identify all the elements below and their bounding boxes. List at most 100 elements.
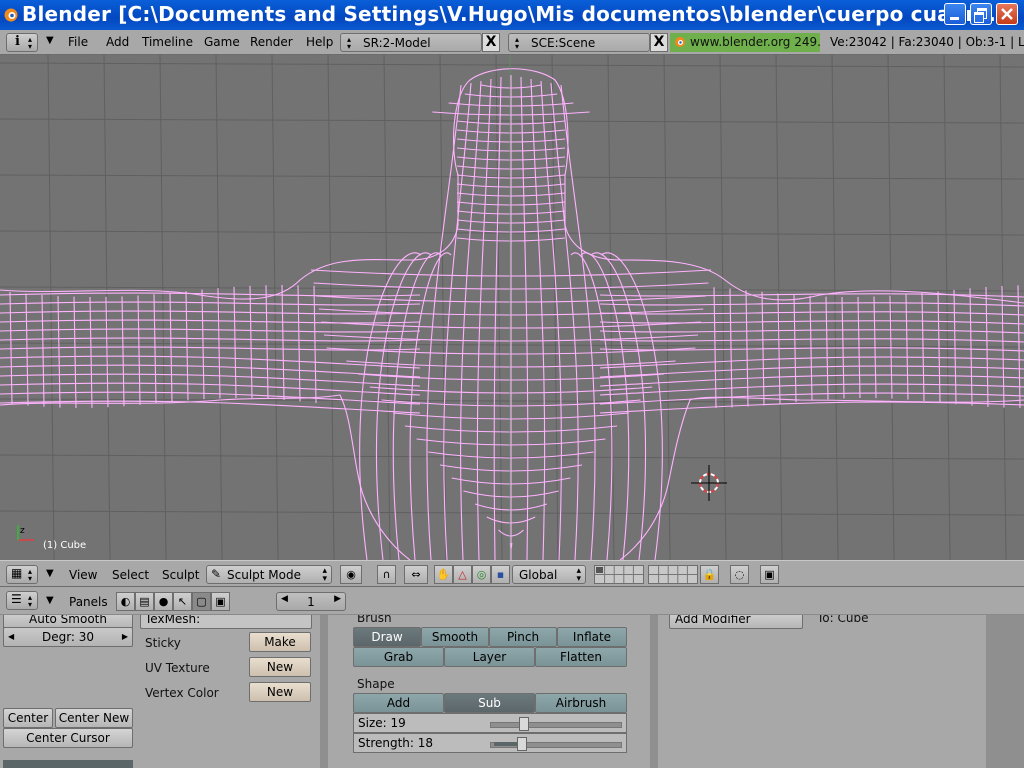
size-slider-track <box>490 722 622 728</box>
close-icon <box>1001 8 1013 20</box>
menu-file[interactable]: File <box>68 35 88 49</box>
center-new-button[interactable]: Center New <box>55 708 133 728</box>
panel-tab-strip <box>3 760 133 768</box>
degr-field[interactable]: ◀ Degr: 30 ▶ <box>3 627 133 647</box>
scene-context-icon[interactable]: ▣ <box>211 592 230 611</box>
menu-select[interactable]: Select <box>112 568 149 582</box>
3d-cursor-icon <box>691 465 727 501</box>
menu-timeline[interactable]: Timeline <box>142 35 193 49</box>
right-arrow-icon: ▶ <box>334 594 341 604</box>
scene-selector[interactable]: ▴ ▾ SCE:Scene <box>508 33 650 52</box>
editing-context-icon[interactable]: ▢ <box>192 592 211 611</box>
minimize-button[interactable] <box>944 3 966 25</box>
blender-website-link[interactable]: www.blender.org 249.2 <box>670 33 820 52</box>
layer-grid-icon <box>595 566 643 583</box>
menu-help[interactable]: Help <box>306 35 333 49</box>
sticky-make-button[interactable]: Make <box>249 632 311 652</box>
strength-slider-knob[interactable] <box>517 737 528 751</box>
menu-view[interactable]: View <box>69 568 97 582</box>
updown-arrow-icon: ▴ ▾ <box>576 566 581 584</box>
editor-type-selector-3d[interactable]: ▦ ▴ ▾ <box>6 565 38 584</box>
screen-name: SR:2-Model <box>363 36 431 50</box>
delete-screen-button[interactable]: X <box>482 33 500 52</box>
shape-sub-button[interactable]: Sub <box>444 693 535 713</box>
collapse-menu-icon[interactable]: ▼ <box>46 35 54 46</box>
magnet-icon[interactable]: ∩ <box>377 565 396 584</box>
size-slider-knob[interactable] <box>518 717 529 731</box>
pivot-selector[interactable]: ◉ <box>340 565 362 584</box>
close-window-button[interactable] <box>996 3 1018 25</box>
brush-icon: ✎ <box>211 567 222 581</box>
wireframe-mesh: z <box>0 55 1024 560</box>
scene-name: SCE:Scene <box>531 36 596 50</box>
editor-type-selector-buttons[interactable]: ☰ ▴ ▾ <box>6 591 38 610</box>
brush-grab-button[interactable]: Grab <box>353 647 444 667</box>
editor-type-selector[interactable]: i ▴ ▾ <box>6 33 38 52</box>
brush-inflate-button[interactable]: Inflate <box>557 627 627 647</box>
buttons-header: ☰ ▴ ▾ ▼ Panels ◐ ▤ ● ↖ ▢ ▣ ◀ 1 ▶ <box>0 587 1024 615</box>
info-icon: i <box>15 34 20 49</box>
scene-statistics: Ve:23042 | Fa:23040 | Ob:3-1 | L <box>830 35 1024 49</box>
snap-icon[interactable]: ⇔ <box>404 565 428 584</box>
brush-pinch-button[interactable]: Pinch <box>489 627 557 647</box>
menu-game[interactable]: Game <box>204 35 240 49</box>
panel-divider <box>650 615 658 768</box>
collapse-menu-icon[interactable]: ▼ <box>46 595 54 606</box>
3d-view-header: ▦ ▴ ▾ ▼ View Select Sculpt ✎ Sculpt Mode … <box>0 560 1024 587</box>
panel-divider <box>320 615 328 768</box>
svg-text:z: z <box>20 526 25 536</box>
frame-number-field[interactable]: ◀ 1 ▶ <box>276 592 346 611</box>
buttons-panels: Auto Smooth ◀ Degr: 30 ▶ Center Center N… <box>0 615 1024 768</box>
shape-airbrush-button[interactable]: Airbrush <box>535 693 627 713</box>
occlusion-icon[interactable]: ◌ <box>730 565 749 584</box>
rotate-icon[interactable]: ◎ <box>472 565 491 584</box>
updown-arrow-icon: ▴ ▾ <box>28 35 33 51</box>
grid-editor-icon: ▦ <box>11 566 23 580</box>
menu-render[interactable]: Render <box>250 35 293 49</box>
logic-context-icon[interactable]: ◐ <box>116 592 135 611</box>
brush-smooth-button[interactable]: Smooth <box>421 627 489 647</box>
shape-add-button[interactable]: Add <box>353 693 444 713</box>
orientation-selector[interactable]: Global ▴ ▾ <box>512 565 586 584</box>
layer-buttons-left[interactable] <box>594 565 644 584</box>
translate-icon[interactable]: △ <box>453 565 472 584</box>
shading-context-icon[interactable]: ● <box>154 592 173 611</box>
3d-viewport[interactable]: z (1) Cube <box>0 55 1024 560</box>
blender-logo-icon <box>4 8 18 22</box>
brush-layer-button[interactable]: Layer <box>444 647 535 667</box>
updown-arrow-icon: ▴ ▾ <box>28 567 33 583</box>
mode-selector[interactable]: ✎ Sculpt Mode ▴ ▾ <box>206 565 332 584</box>
vertex-color-new-button[interactable]: New <box>249 682 311 702</box>
maximize-button[interactable] <box>970 3 992 25</box>
center-cursor-button[interactable]: Center Cursor <box>3 728 133 748</box>
brush-flatten-button[interactable]: Flatten <box>535 647 627 667</box>
script-context-icon[interactable]: ▤ <box>135 592 154 611</box>
strength-slider[interactable]: Strength: 18 <box>353 733 627 753</box>
strength-slider-fill <box>494 742 518 746</box>
vertex-color-label: Vertex Color <box>145 686 219 700</box>
panel-list-icon: ☰ <box>11 592 22 606</box>
object-context-icon[interactable]: ↖ <box>173 592 192 611</box>
updown-arrow-icon: ▴ ▾ <box>515 35 520 51</box>
screen-selector[interactable]: ▴ ▾ SR:2-Model <box>340 33 482 52</box>
size-slider[interactable]: Size: 19 <box>353 713 627 733</box>
delete-scene-button[interactable]: X <box>650 33 668 52</box>
uv-texture-new-button[interactable]: New <box>249 657 311 677</box>
menu-add[interactable]: Add <box>106 35 129 49</box>
add-modifier-button[interactable]: Add Modifier <box>669 615 803 629</box>
hand-icon[interactable]: ✋ <box>434 565 453 584</box>
axis-gizmo-icon: z <box>17 525 34 541</box>
blender-logo-icon <box>675 37 685 47</box>
brush-draw-button[interactable]: Draw <box>353 627 421 647</box>
texmesh-field[interactable]: TexMesh: <box>140 615 312 629</box>
menu-sculpt[interactable]: Sculpt <box>162 568 199 582</box>
center-button[interactable]: Center <box>3 708 53 728</box>
collapse-menu-icon[interactable]: ▼ <box>46 568 54 579</box>
right-arrow-icon: ▶ <box>121 632 128 641</box>
render-icon[interactable]: ▣ <box>760 565 779 584</box>
scale-icon[interactable]: ▪ <box>491 565 510 584</box>
lock-icon[interactable]: 🔒 <box>700 565 719 584</box>
panel-divider <box>986 615 1024 768</box>
layer-buttons-right[interactable] <box>648 565 698 584</box>
modifier-target-label: To: Cube <box>817 615 869 625</box>
